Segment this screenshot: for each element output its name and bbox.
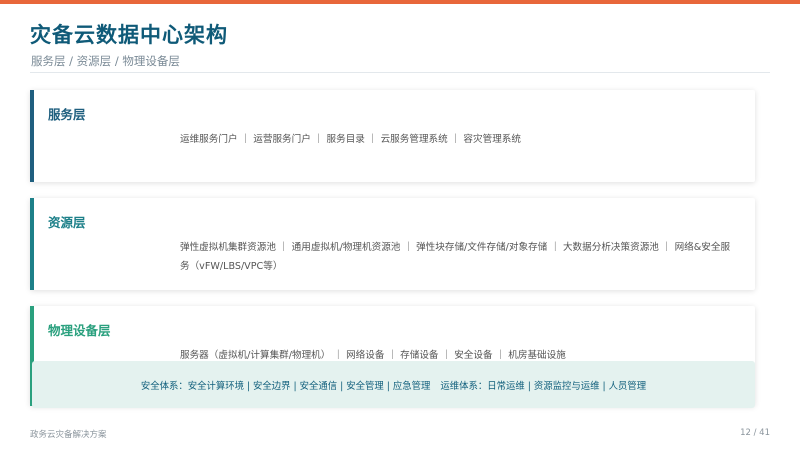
system-banner: 安全体系：安全计算环境 | 安全边界 | 安全通信 | 安全管理 | 应急管理 … — [32, 361, 755, 408]
service-layer-title: 服务层 — [48, 107, 86, 122]
resource-layer-title: 资源层 — [48, 215, 86, 230]
service-layer-card: 服务层 运维服务门户 ｜ 运营服务门户 ｜ 服务目录 ｜ 云服务管理系统 ｜ 容… — [30, 90, 755, 182]
service-layer-accent — [30, 90, 34, 182]
page-title: 灾备云数据中心架构 — [30, 23, 228, 47]
service-layer-items: 运维服务门户 ｜ 运营服务门户 ｜ 服务目录 ｜ 云服务管理系统 ｜ 容灾管理系… — [180, 134, 521, 145]
page-subtitle: 服务层 / 资源层 / 物理设备层 — [31, 54, 180, 68]
physical-layer-title: 物理设备层 — [48, 323, 111, 338]
top-accent-bar — [0, 0, 800, 4]
security-system-text: 安全体系：安全计算环境 | 安全边界 | 安全通信 | 安全管理 | 应急管理 — [140, 380, 431, 392]
resource-layer-items: 弹性虚拟机集群资源池 ｜ 通用虚拟机/物理机资源池 ｜ 弹性块存储/文件存储/对… — [180, 242, 731, 272]
resource-layer-card: 资源层 弹性虚拟机集群资源池 ｜ 通用虚拟机/物理机资源池 ｜ 弹性块存储/文件… — [30, 198, 755, 290]
ops-system-text: 运维体系：日常运维 | 资源监控与运维 | 人员管理 — [440, 380, 647, 392]
resource-layer-accent — [30, 198, 34, 290]
footer-doc-name: 政务云灾备解决方案 — [30, 430, 107, 440]
footer-page-number: 12 / 41 — [740, 428, 770, 438]
title-divider — [30, 72, 770, 73]
